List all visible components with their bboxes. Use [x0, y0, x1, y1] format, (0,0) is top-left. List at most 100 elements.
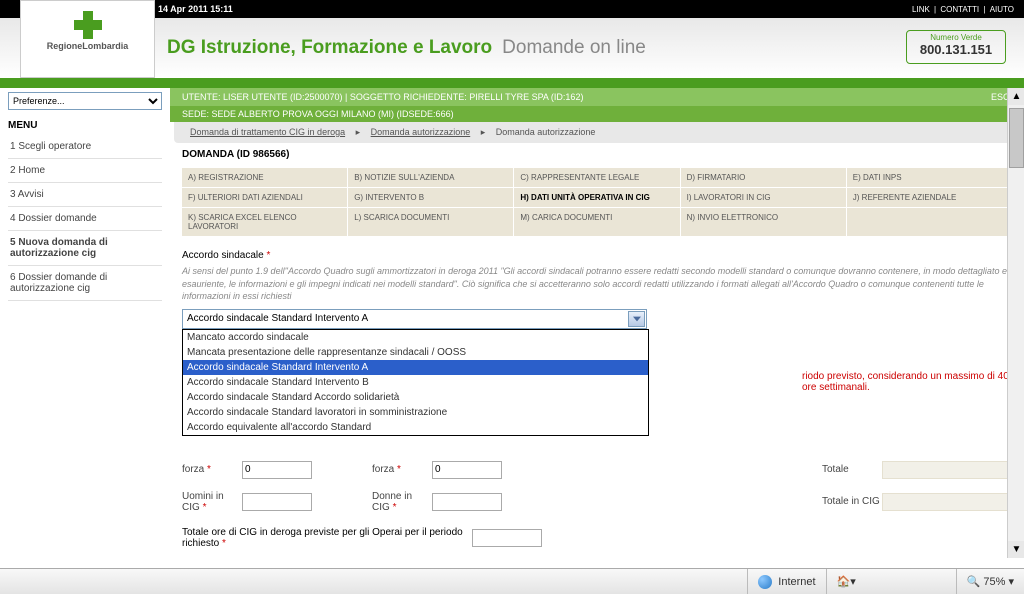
tab-j[interactable]: J) REFERENTE AZIENDALE: [847, 188, 1012, 207]
menu-item-nuova-domanda[interactable]: 5 Nuova domanda di autorizzazione cig: [8, 231, 162, 266]
tab-m[interactable]: M) CARICA DOCUMENTI: [514, 208, 679, 236]
tab-e[interactable]: E) DATI INPS: [847, 168, 1012, 187]
menu-item-dossier-autorizzazione[interactable]: 6 Dossier domande di autorizzazione cig: [8, 266, 162, 301]
menu-item-avvisi[interactable]: 3 Avvisi: [8, 183, 162, 207]
title-green: DG Istruzione, Formazione e Lavoro: [167, 37, 492, 59]
content: DOMANDA (ID 986566) A) REGISTRAZIONE B) …: [170, 149, 1024, 549]
menu-heading: MENU: [8, 120, 162, 131]
breadcrumb-sep-2: ▸: [481, 127, 486, 137]
scroll-down-icon[interactable]: ▼: [1008, 541, 1024, 558]
menu-item-home[interactable]: 2 Home: [8, 159, 162, 183]
totale-value: [882, 461, 1012, 479]
top-links: LINK | CONTATTI | AIUTO: [910, 5, 1016, 14]
link-contatti[interactable]: CONTATTI: [940, 5, 979, 14]
breadcrumb-1[interactable]: Domanda di trattamento CIG in deroga: [190, 127, 345, 137]
chevron-down-icon[interactable]: [628, 311, 645, 327]
uomini-cig-input[interactable]: [242, 493, 312, 511]
donne-cig-label: Donne in CIG *: [372, 491, 432, 513]
tab-h[interactable]: H) DATI UNITÀ OPERATIVA IN CIG: [514, 188, 679, 207]
phone-box: Numero Verde 800.131.151: [906, 30, 1006, 64]
globe-icon: [758, 575, 772, 589]
page-title: DG Istruzione, Formazione e Lavoro Doman…: [155, 18, 906, 78]
tab-c[interactable]: C) RAPPRESENTANTE LEGALE: [514, 168, 679, 187]
vertical-scrollbar[interactable]: ▲ ▼: [1007, 88, 1024, 558]
tab-empty: [847, 208, 1012, 236]
row-cig: Uomini in CIG * Donne in CIG * Totale in…: [182, 491, 1012, 513]
row-totale-ore: Totale ore di CIG in deroga previste per…: [182, 527, 1012, 549]
tab-g[interactable]: G) INTERVENTO B: [348, 188, 513, 207]
green-divider: [0, 80, 1024, 88]
protected-mode-icon: 🏠▾: [837, 575, 856, 588]
scroll-up-icon[interactable]: ▲: [1008, 88, 1024, 105]
option-standard-a[interactable]: Accordo sindacale Standard Intervento A: [183, 360, 648, 375]
phone-number: 800.131.151: [909, 42, 1003, 57]
zone-text: Internet: [778, 576, 815, 588]
breadcrumb-3: Domanda autorizzazione: [496, 127, 596, 137]
browser-status-bar: Internet 🏠▾ 🔍 75% ▾: [0, 568, 1024, 594]
totale-label: Totale: [822, 464, 882, 475]
zoom-control[interactable]: 🔍 75% ▾: [956, 569, 1024, 594]
zoom-chevron-down-icon[interactable]: ▾: [1008, 575, 1014, 588]
uomini-cig-label: Uomini in CIG *: [182, 491, 242, 513]
sede-info-bar: SEDE: SEDE ALBERTO PROVA OGGI MILANO (MI…: [170, 106, 1024, 122]
page-header: RegioneLombardia DG Istruzione, Formazio…: [0, 18, 1024, 80]
user-info-text: UTENTE: LISER UTENTE (ID:2500070) | SOGG…: [182, 92, 583, 102]
link-aiuto[interactable]: AIUTO: [990, 5, 1014, 14]
row-forza: forza * forza * Totale: [182, 461, 1012, 479]
breadcrumb: Domanda di trattamento CIG in deroga ▸ D…: [174, 122, 1020, 143]
zoom-icon: 🔍: [967, 575, 981, 588]
option-mancata-presentazione[interactable]: Mancata presentazione delle rappresentan…: [183, 345, 648, 360]
menu-list: 1 Scegli operatore 2 Home 3 Avvisi 4 Dos…: [8, 135, 162, 301]
accordo-dropdown: Mancato accordo sindacale Mancata presen…: [182, 329, 649, 436]
sidebar: Preferenze... MENU 1 Scegli operatore 2 …: [0, 88, 170, 558]
title-grey: Domande on line: [502, 37, 646, 59]
accordo-label: Accordo sindacale *: [182, 250, 1012, 261]
tab-a[interactable]: A) REGISTRAZIONE: [182, 168, 347, 187]
menu-item-dossier-domande[interactable]: 4 Dossier domande: [8, 207, 162, 231]
tab-l[interactable]: L) SCARICA DOCUMENTI: [348, 208, 513, 236]
forza-f-input[interactable]: [432, 461, 502, 479]
option-mancato[interactable]: Mancato accordo sindacale: [183, 330, 648, 345]
option-somministrazione[interactable]: Accordo sindacale Standard lavoratori in…: [183, 405, 648, 420]
tab-i[interactable]: I) LAVORATORI IN CIG: [681, 188, 846, 207]
option-solidarieta[interactable]: Accordo sindacale Standard Accordo solid…: [183, 390, 648, 405]
forza-m-input[interactable]: [242, 461, 312, 479]
tab-k[interactable]: K) SCARICA EXCEL ELENCO LAVORATORI: [182, 208, 347, 236]
totale-cig-label: Totale in CIG: [822, 496, 882, 507]
link-link[interactable]: LINK: [912, 5, 930, 14]
totale-ore-input[interactable]: [472, 529, 542, 547]
totale-cig-value: [882, 493, 1012, 511]
user-info-bar: UTENTE: LISER UTENTE (ID:2500070) | SOGG…: [170, 88, 1024, 106]
forza-f-label: forza *: [372, 464, 432, 475]
phone-label: Numero Verde: [909, 33, 1003, 42]
red-hint-text: riodo previsto, considerando un massimo …: [802, 371, 1012, 393]
security-zone: Internet: [747, 569, 825, 594]
tab-grid: A) REGISTRAZIONE B) NOTIZIE SULL'AZIENDA…: [182, 168, 1012, 236]
logo: RegioneLombardia: [20, 0, 155, 78]
content-title: DOMANDA (ID 986566): [182, 149, 1012, 160]
logo-cross-icon: [74, 11, 102, 39]
tab-b[interactable]: B) NOTIZIE SULL'AZIENDA: [348, 168, 513, 187]
forza-m-label: forza *: [182, 464, 242, 475]
tab-d[interactable]: D) FIRMATARIO: [681, 168, 846, 187]
top-datetime: 14 Apr 2011 15:11: [158, 4, 233, 14]
breadcrumb-2[interactable]: Domanda autorizzazione: [371, 127, 471, 137]
menu-item-scegli-operatore[interactable]: 1 Scegli operatore: [8, 135, 162, 159]
main-area: UTENTE: LISER UTENTE (ID:2500070) | SOGG…: [170, 88, 1024, 558]
option-standard-b[interactable]: Accordo sindacale Standard Intervento B: [183, 375, 648, 390]
tab-f[interactable]: F) ULTERIORI DATI AZIENDALI: [182, 188, 347, 207]
scrollbar-thumb[interactable]: [1009, 108, 1024, 168]
breadcrumb-sep-1: ▸: [356, 127, 361, 137]
accordo-helptext: Ai sensi del punto 1.9 dell''Accordo Qua…: [182, 265, 1012, 303]
accordo-selected-text: Accordo sindacale Standard Intervento A: [187, 313, 368, 324]
zoom-value: 75%: [983, 576, 1005, 588]
option-equivalente[interactable]: Accordo equivalente all'accordo Standard: [183, 420, 648, 435]
status-spacer: 🏠▾: [826, 569, 956, 594]
logo-text: RegioneLombardia: [27, 41, 148, 51]
preferences-select[interactable]: Preferenze...: [8, 92, 162, 110]
totale-ore-label: Totale ore di CIG in deroga previste per…: [182, 527, 472, 549]
donne-cig-input[interactable]: [432, 493, 502, 511]
accordo-select[interactable]: Accordo sindacale Standard Intervento A …: [182, 309, 647, 329]
sede-info-text: SEDE: SEDE ALBERTO PROVA OGGI MILANO (MI…: [182, 109, 454, 119]
tab-n[interactable]: N) INVIO ELETTRONICO: [681, 208, 846, 236]
